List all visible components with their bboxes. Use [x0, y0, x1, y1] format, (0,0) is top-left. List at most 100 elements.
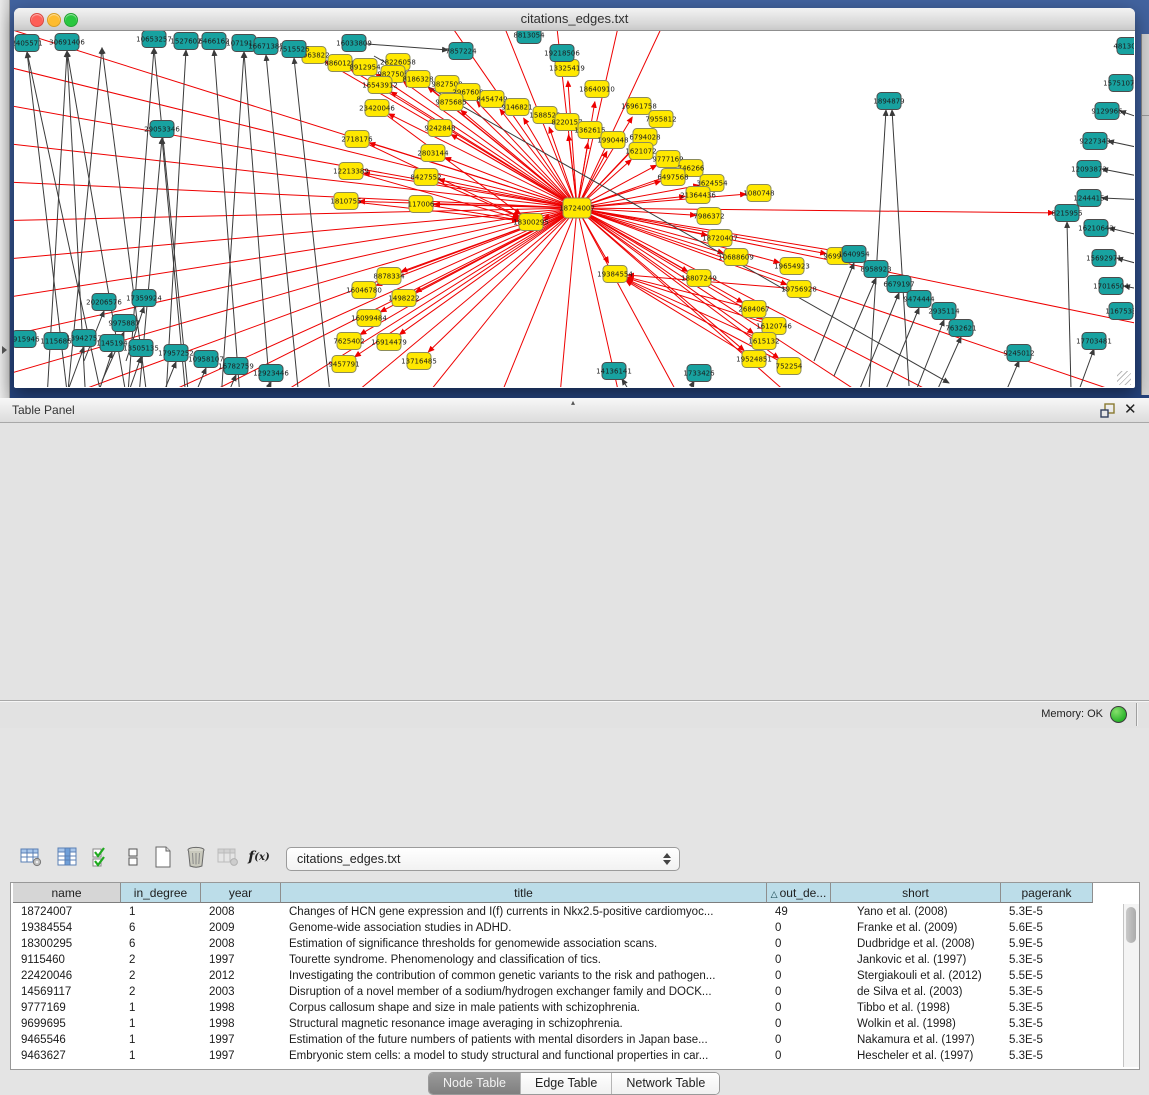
- network-node[interactable]: 19756928: [781, 281, 817, 298]
- network-node[interactable]: 7625402: [333, 333, 364, 350]
- column-header-year[interactable]: year: [201, 883, 281, 903]
- network-node[interactable]: 16046780: [346, 282, 382, 299]
- table-row[interactable]: 1830029562008Estimation of significance …: [11, 936, 1139, 952]
- network-node[interactable]: 1894879: [873, 93, 904, 110]
- network-node[interactable]: 18807249: [681, 270, 717, 287]
- network-node[interactable]: 9227343: [1079, 133, 1110, 150]
- column-header-title[interactable]: title: [281, 883, 767, 903]
- network-node[interactable]: 17359924: [126, 290, 162, 307]
- table-row[interactable]: 977716911998Corpus callosum shape and si…: [11, 1000, 1139, 1016]
- network-node[interactable]: 2718176: [341, 131, 373, 148]
- network-canvas[interactable]: 1872400718300295193845547963822886012889…: [14, 31, 1134, 387]
- network-node[interactable]: 6466162: [198, 33, 229, 50]
- network-node[interactable]: 2405571: [14, 35, 43, 52]
- window-resize-grip[interactable]: [1117, 371, 1131, 385]
- network-node[interactable]: 1167533: [1105, 303, 1134, 320]
- network-node[interactable]: 1640954: [838, 246, 870, 263]
- network-node[interactable]: 3915946: [14, 331, 40, 348]
- column-header-name[interactable]: name: [13, 883, 121, 903]
- network-node[interactable]: 752254: [776, 358, 803, 375]
- network-node[interactable]: 10653257: [136, 31, 172, 48]
- network-node[interactable]: 16099484: [351, 310, 387, 327]
- network-node[interactable]: 2935114: [928, 303, 960, 320]
- panel-expander-arrow-icon[interactable]: [2, 346, 7, 354]
- network-node[interactable]: 30691406: [49, 34, 85, 51]
- window-titlebar[interactable]: citations_edges.txt: [14, 8, 1135, 31]
- network-node[interactable]: 19218506: [544, 45, 580, 62]
- table-row[interactable]: 1938455462009Genome-wide association stu…: [11, 920, 1139, 936]
- network-node[interactable]: 9146821: [501, 99, 532, 116]
- select-rows-button[interactable]: [88, 844, 114, 870]
- network-node[interactable]: 8878334: [373, 268, 405, 285]
- memory-ok-indicator-icon[interactable]: [1110, 706, 1127, 723]
- network-graph[interactable]: 1872400718300295193845547963822886012889…: [14, 31, 1134, 387]
- table-selector-dropdown[interactable]: citations_edges.txt: [286, 847, 680, 871]
- network-node[interactable]: 12923446: [253, 365, 289, 382]
- network-node[interactable]: 6497568: [657, 169, 688, 186]
- network-node[interactable]: 4813054: [1113, 38, 1134, 55]
- function-builder-button[interactable]: f(x): [246, 844, 272, 870]
- table-row[interactable]: 2242004622012Investigating the contribut…: [11, 968, 1139, 984]
- table-row[interactable]: 946554611997Estimation of the future num…: [11, 1032, 1139, 1048]
- network-node[interactable]: 9474444: [903, 291, 935, 308]
- table-row[interactable]: 911546021997Tourette syndrome. Phenomeno…: [11, 952, 1139, 968]
- table-row[interactable]: 969969511998Structural magnetic resonanc…: [11, 1016, 1139, 1032]
- network-node[interactable]: 19654923: [774, 258, 810, 275]
- table-settings-button[interactable]: [18, 844, 44, 870]
- network-node[interactable]: 16120746: [756, 318, 792, 335]
- network-node[interactable]: 1244415: [1073, 190, 1104, 207]
- network-node[interactable]: 17016504: [1093, 278, 1129, 295]
- network-node[interactable]: 7632621: [945, 320, 976, 337]
- network-node[interactable]: 1990448: [597, 132, 628, 149]
- column-header-short[interactable]: short: [831, 883, 1001, 903]
- float-panel-icon[interactable]: [1100, 402, 1116, 418]
- network-node[interactable]: 9875685: [435, 94, 466, 111]
- network-node[interactable]: 14136141: [596, 363, 632, 380]
- network-node[interactable]: 20206576: [86, 294, 122, 311]
- network-node[interactable]: 117006: [408, 196, 435, 213]
- column-header-in_degree[interactable]: in_degree: [121, 883, 201, 903]
- network-node[interactable]: 8427552: [410, 169, 441, 186]
- network-node[interactable]: 15692971: [1086, 250, 1122, 267]
- delete-table-button[interactable]: [183, 844, 209, 870]
- tab-edge-table[interactable]: Edge Table: [521, 1073, 612, 1094]
- table-row[interactable]: 946362711997Embryonic stem cells: a mode…: [11, 1048, 1139, 1064]
- network-node[interactable]: 1498222: [388, 290, 419, 307]
- tab-network-table[interactable]: Network Table: [612, 1073, 719, 1094]
- network-node[interactable]: 1615132: [748, 333, 779, 350]
- network-node[interactable]: 9457791: [328, 356, 359, 373]
- table-row[interactable]: 1872400712008Changes of HCN gene express…: [11, 904, 1139, 920]
- network-node[interactable]: 7986372: [693, 208, 724, 225]
- network-node[interactable]: 16914479: [371, 334, 407, 351]
- network-node[interactable]: 17703481: [1076, 333, 1112, 350]
- network-node[interactable]: 9242848: [424, 120, 455, 137]
- network-node[interactable]: 9245012: [1003, 345, 1034, 362]
- network-node[interactable]: 9975887: [108, 315, 139, 332]
- network-node[interactable]: 1080748: [743, 185, 774, 202]
- column-header-out_de[interactable]: △out_de...: [767, 883, 831, 903]
- tab-node-table[interactable]: Node Table: [429, 1073, 521, 1094]
- network-node[interactable]: 2803144: [417, 145, 449, 162]
- splitter-handle-icon[interactable]: ▴: [571, 398, 575, 407]
- vertical-scrollbar[interactable]: [1123, 904, 1139, 1067]
- network-node[interactable]: 1527602: [170, 33, 201, 50]
- network-node[interactable]: 18640910: [579, 81, 615, 98]
- network-node[interactable]: 10688609: [718, 249, 754, 266]
- network-node[interactable]: 7515526: [278, 41, 310, 58]
- table-panel-header[interactable]: Table Panel ▴ ✕: [0, 398, 1149, 423]
- network-node[interactable]: 1733426: [683, 365, 715, 382]
- network-node[interactable]: 7955812: [645, 111, 676, 128]
- network-node[interactable]: 8912954: [349, 59, 381, 76]
- network-node[interactable]: 2684067: [738, 301, 769, 318]
- network-node[interactable]: 8813054: [513, 31, 545, 44]
- network-node[interactable]: 8215955: [1051, 205, 1082, 222]
- network-node[interactable]: 16210643: [1078, 220, 1114, 237]
- network-node[interactable]: 12093872: [1071, 161, 1107, 178]
- network-node[interactable]: 9129966: [1091, 103, 1123, 120]
- column-visibility-button[interactable]: [54, 844, 80, 870]
- new-table-button[interactable]: [150, 844, 176, 870]
- network-node[interactable]: 8958923: [860, 261, 891, 278]
- network-node[interactable]: 8186328: [402, 71, 433, 88]
- scrollbar-thumb[interactable]: [1126, 907, 1136, 943]
- network-node[interactable]: 16033809: [336, 35, 372, 52]
